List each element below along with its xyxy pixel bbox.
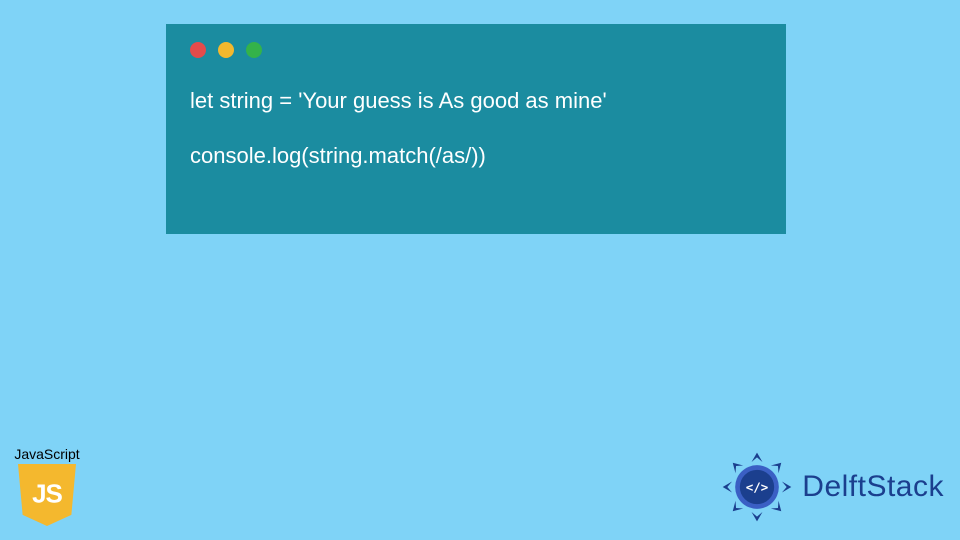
javascript-badge: JavaScript JS	[10, 446, 84, 526]
javascript-shield-text: JS	[32, 478, 62, 509]
svg-text:</>: </>	[746, 480, 769, 495]
window-controls	[190, 42, 762, 58]
delftstack-logo: </> DelftStack	[718, 448, 944, 526]
code-window: let string = 'Your guess is As good as m…	[166, 24, 786, 234]
delftstack-brand-text: DelftStack	[802, 470, 944, 504]
code-block: let string = 'Your guess is As good as m…	[190, 86, 762, 172]
maximize-icon	[246, 42, 262, 58]
code-line: console.log(string.match(/as/))	[190, 141, 762, 172]
javascript-shield-icon: JS	[18, 464, 76, 526]
javascript-label: JavaScript	[10, 446, 84, 462]
code-line: let string = 'Your guess is As good as m…	[190, 86, 762, 117]
close-icon	[190, 42, 206, 58]
minimize-icon	[218, 42, 234, 58]
delftstack-emblem-icon: </>	[718, 448, 796, 526]
